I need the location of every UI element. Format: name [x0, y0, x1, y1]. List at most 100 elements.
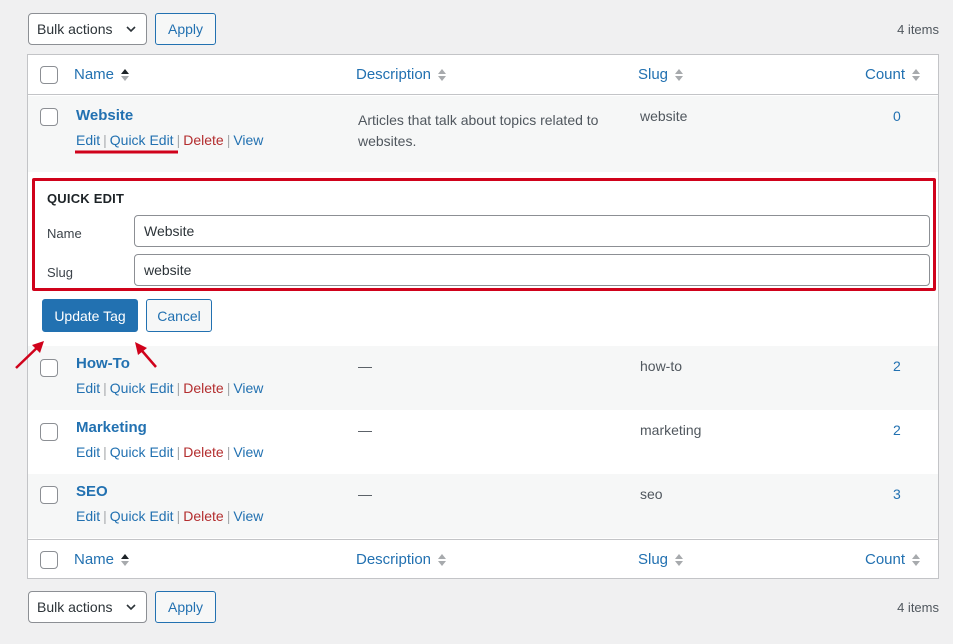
separator: | — [176, 508, 181, 524]
quick-edit-title: QUICK EDIT — [47, 191, 125, 206]
slug-cell: seo — [640, 486, 663, 502]
view-link[interactable]: View — [233, 444, 263, 460]
separator: | — [103, 508, 107, 524]
column-count-header[interactable]: Count — [865, 551, 921, 568]
row-checkbox[interactable] — [40, 108, 58, 126]
delete-link[interactable]: Delete — [183, 380, 223, 396]
description-cell: — — [358, 486, 372, 502]
column-description-label: Description — [356, 66, 432, 83]
column-description-header[interactable]: Description — [356, 551, 447, 568]
table-row: Website Edit | Quick Edit | Delete | View Arti… — [28, 96, 938, 172]
row-checkbox[interactable] — [40, 486, 58, 504]
row-checkbox[interactable] — [40, 423, 58, 441]
column-name-label: Name — [74, 66, 115, 83]
count-link[interactable]: 3 — [893, 486, 901, 502]
quick-edit-link[interactable]: Quick Edit — [110, 508, 174, 524]
column-slug-label: Slug — [638, 551, 669, 568]
count-link[interactable]: 0 — [893, 108, 901, 124]
delete-link[interactable]: Delete — [183, 508, 223, 524]
quick-edit-slug-input[interactable] — [134, 254, 930, 286]
column-name-header[interactable]: Name — [74, 551, 130, 568]
sort-icon — [438, 553, 447, 566]
column-slug-header[interactable]: Slug — [638, 66, 684, 83]
sort-icon — [675, 68, 684, 81]
column-count-header[interactable]: Count — [865, 66, 921, 83]
slug-cell: how-to — [640, 358, 683, 374]
separator: | — [226, 508, 231, 524]
apply-button[interactable]: Apply — [155, 591, 217, 623]
row-actions: Edit | Quick Edit | Delete | View — [76, 444, 263, 460]
quick-edit-link[interactable]: Quick Edit — [110, 444, 174, 460]
items-count: 4 items — [897, 599, 939, 615]
separator: | — [103, 444, 107, 460]
row-actions: Edit | Quick Edit | Delete | View — [76, 508, 263, 524]
bulk-actions-select[interactable]: Bulk actions — [28, 591, 147, 623]
quick-edit-slug-label: Slug — [47, 265, 74, 280]
chevron-down-icon — [126, 604, 136, 611]
tag-name-link[interactable]: Marketing — [76, 419, 147, 436]
edit-link[interactable]: Edit — [76, 444, 100, 460]
separator: | — [176, 132, 181, 148]
delete-link[interactable]: Delete — [183, 132, 223, 148]
quick-edit-name-input[interactable] — [134, 215, 930, 247]
table-footer: Name Description Slug Count — [28, 539, 938, 579]
separator: | — [103, 380, 107, 396]
cancel-button[interactable]: Cancel — [146, 299, 212, 332]
bulk-actions-label: Bulk actions — [37, 21, 113, 37]
sort-ascending-icon — [121, 553, 130, 566]
sort-icon — [675, 553, 684, 566]
description-cell: Articles that talk about topics related … — [358, 110, 598, 152]
delete-link[interactable]: Delete — [183, 444, 223, 460]
row-actions: Edit | Quick Edit | Delete | View — [76, 380, 263, 396]
column-description-label: Description — [356, 551, 432, 568]
row-checkbox[interactable] — [40, 359, 58, 377]
table-row: How-To Edit | Quick Edit | Delete | View — how… — [28, 346, 938, 410]
view-link[interactable]: View — [233, 508, 263, 524]
separator: | — [103, 132, 107, 148]
update-tag-button[interactable]: Update Tag — [42, 299, 138, 332]
select-all-checkbox[interactable] — [40, 551, 58, 569]
bulk-actions-select[interactable]: Bulk actions — [28, 13, 147, 45]
tablenav-top: Bulk actions Apply 4 items — [28, 13, 939, 45]
description-cell: — — [358, 422, 372, 438]
description-line: Articles that talk about topics related … — [358, 112, 599, 128]
table-row: SEO Edit | Quick Edit | Delete | View — seo 3 — [28, 474, 938, 538]
column-description-header[interactable]: Description — [356, 66, 447, 83]
edit-link[interactable]: Edit — [76, 132, 100, 148]
sort-icon — [912, 68, 921, 81]
edit-link[interactable]: Edit — [76, 380, 100, 396]
count-link[interactable]: 2 — [893, 358, 901, 374]
bulk-actions-label: Bulk actions — [37, 599, 113, 615]
slug-cell: website — [640, 108, 688, 124]
column-count-label: Count — [865, 66, 906, 83]
separator: | — [226, 444, 231, 460]
apply-button[interactable]: Apply — [155, 13, 217, 45]
column-slug-label: Slug — [638, 66, 669, 83]
separator: | — [176, 380, 181, 396]
separator: | — [226, 132, 231, 148]
quick-edit-link[interactable]: Quick Edit — [110, 132, 174, 148]
column-count-label: Count — [865, 551, 906, 568]
tags-table: Name Description Slug Count Website Edit… — [27, 54, 939, 579]
view-link[interactable]: View — [233, 380, 263, 396]
items-count: 4 items — [897, 21, 939, 37]
tag-name-link[interactable]: Website — [76, 107, 133, 124]
tablenav-bottom: Bulk actions Apply 4 items — [28, 591, 939, 623]
count-link[interactable]: 2 — [893, 422, 901, 438]
tag-name-link[interactable]: How-To — [76, 355, 130, 372]
column-name-header[interactable]: Name — [74, 66, 130, 83]
sort-ascending-icon — [121, 68, 130, 81]
quick-edit-link[interactable]: Quick Edit — [110, 380, 174, 396]
select-all-checkbox[interactable] — [40, 66, 58, 84]
quick-edit-panel: QUICK EDIT Name Slug Update Tag Cancel — [28, 172, 938, 346]
edit-link[interactable]: Edit — [76, 508, 100, 524]
column-name-label: Name — [74, 551, 115, 568]
table-header: Name Description Slug Count — [28, 55, 938, 95]
separator: | — [176, 444, 181, 460]
tag-name-link[interactable]: SEO — [76, 483, 108, 500]
table-row: Marketing Edit | Quick Edit | Delete | View — … — [28, 410, 938, 474]
separator: | — [226, 380, 231, 396]
sort-icon — [912, 553, 921, 566]
column-slug-header[interactable]: Slug — [638, 551, 684, 568]
view-link[interactable]: View — [233, 132, 263, 148]
